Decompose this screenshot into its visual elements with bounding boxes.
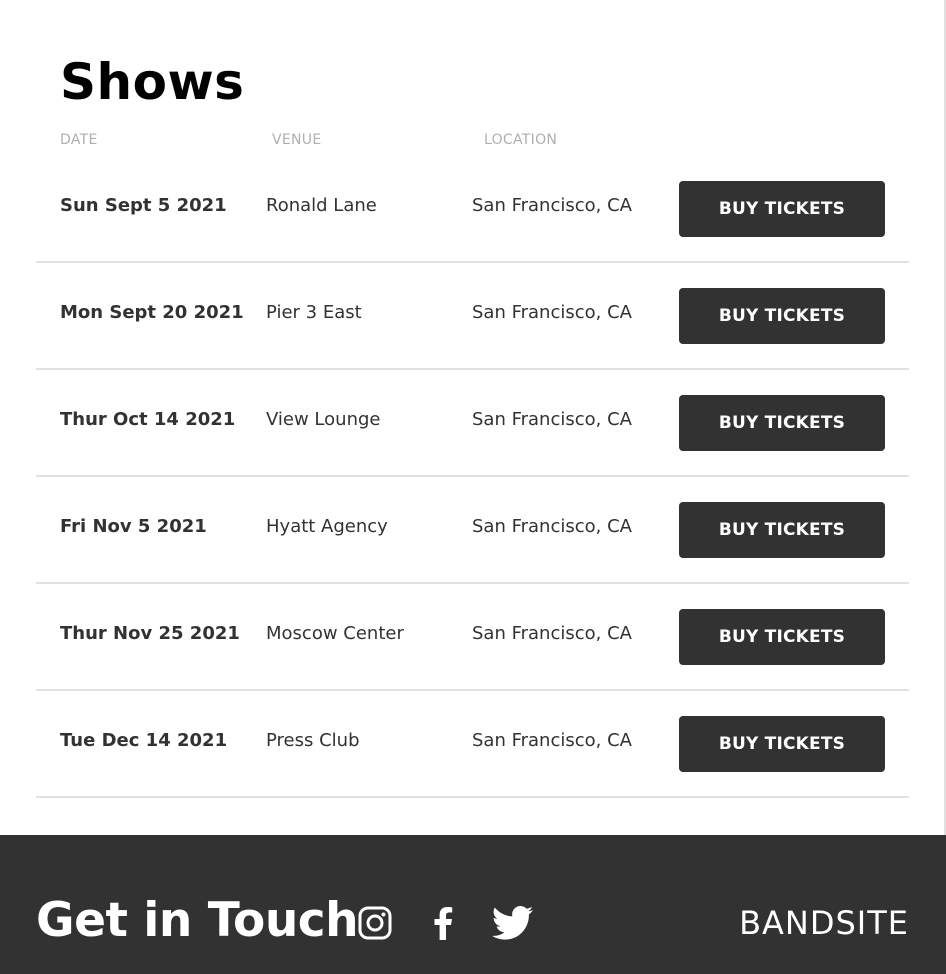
footer-title: Get in Touch: [36, 893, 359, 948]
show-row[interactable]: Fri Nov 5 2021 Hyatt Agency San Francisc…: [36, 477, 909, 584]
instagram-icon[interactable]: [354, 903, 396, 943]
shows-title: Shows: [60, 53, 245, 111]
show-venue: Hyatt Agency: [266, 516, 388, 537]
column-header-venue: VENUE: [272, 132, 322, 148]
show-row[interactable]: Mon Sept 20 2021 Pier 3 East San Francis…: [36, 263, 909, 370]
show-location: San Francisco, CA: [472, 195, 632, 216]
show-location: San Francisco, CA: [472, 302, 632, 323]
show-row[interactable]: Sun Sept 5 2021 Ronald Lane San Francisc…: [36, 156, 909, 263]
buy-tickets-button[interactable]: BUY TICKETS: [679, 181, 885, 237]
show-venue: Ronald Lane: [266, 195, 377, 216]
buy-tickets-button[interactable]: BUY TICKETS: [679, 716, 885, 772]
buy-tickets-button[interactable]: BUY TICKETS: [679, 502, 885, 558]
footer: Get in Touch BANDSITE: [0, 835, 946, 974]
shows-list: Sun Sept 5 2021 Ronald Lane San Francisc…: [36, 156, 909, 798]
bandsite-logo[interactable]: BANDSITE: [739, 903, 909, 943]
show-venue: Pier 3 East: [266, 302, 362, 323]
page: Shows DATE VENUE LOCATION Sun Sept 5 202…: [0, 0, 946, 974]
show-row[interactable]: Thur Oct 14 2021 View Lounge San Francis…: [36, 370, 909, 477]
show-venue: Moscow Center: [266, 623, 404, 644]
show-venue: Press Club: [266, 730, 360, 751]
facebook-icon[interactable]: [422, 903, 464, 943]
show-location: San Francisco, CA: [472, 409, 632, 430]
show-location: San Francisco, CA: [472, 623, 632, 644]
buy-tickets-button[interactable]: BUY TICKETS: [679, 609, 885, 665]
show-date: Sun Sept 5 2021: [60, 195, 227, 216]
show-venue: View Lounge: [266, 409, 381, 430]
column-header-date: DATE: [60, 132, 98, 148]
column-header-location: LOCATION: [484, 132, 558, 148]
show-row[interactable]: Thur Nov 25 2021 Moscow Center San Franc…: [36, 584, 909, 691]
buy-tickets-button[interactable]: BUY TICKETS: [679, 288, 885, 344]
twitter-icon[interactable]: [492, 903, 534, 943]
show-date: Thur Oct 14 2021: [60, 409, 236, 430]
show-location: San Francisco, CA: [472, 730, 632, 751]
show-date: Tue Dec 14 2021: [60, 730, 228, 751]
show-date: Fri Nov 5 2021: [60, 516, 207, 537]
show-location: San Francisco, CA: [472, 516, 632, 537]
buy-tickets-button[interactable]: BUY TICKETS: [679, 395, 885, 451]
shows-column-headers: DATE VENUE LOCATION: [0, 131, 944, 149]
show-date: Thur Nov 25 2021: [60, 623, 240, 644]
show-row[interactable]: Tue Dec 14 2021 Press Club San Francisco…: [36, 691, 909, 798]
show-date: Mon Sept 20 2021: [60, 302, 244, 323]
